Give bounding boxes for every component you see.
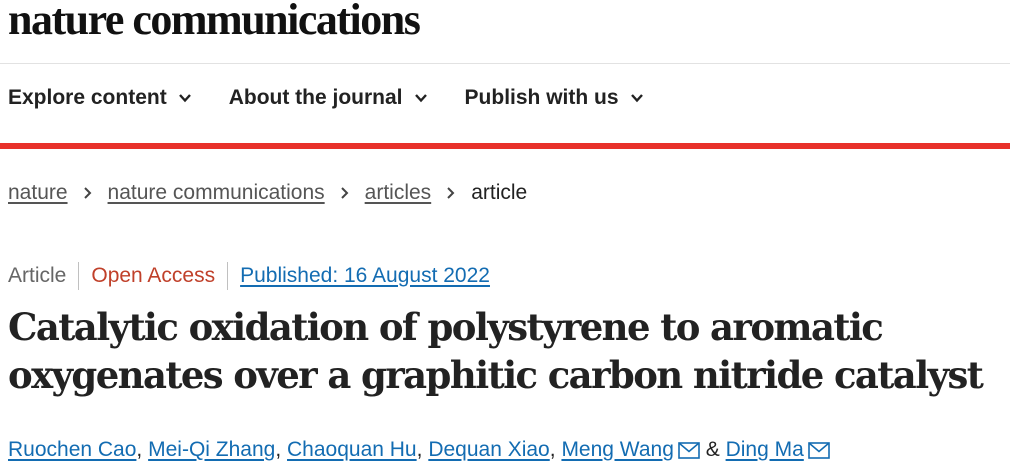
journal-logo[interactable]: nature communications <box>8 0 421 45</box>
chevron-right-icon <box>447 187 455 199</box>
chevron-down-icon <box>630 94 643 103</box>
nav-about-journal[interactable]: About the journal <box>229 86 429 110</box>
author-link[interactable]: Meng Wang <box>561 438 673 462</box>
nav-explore-content[interactable]: Explore content <box>8 86 193 110</box>
breadcrumb: nature nature communications articles ar… <box>8 181 527 205</box>
chevron-right-icon <box>340 187 349 199</box>
breadcrumb-articles[interactable]: articles <box>365 181 432 205</box>
author-separator: , <box>136 438 143 461</box>
author-link[interactable]: Ding Ma <box>726 438 804 462</box>
meta-divider <box>227 262 229 290</box>
author-separator: , <box>416 438 423 461</box>
article-title: Catalytic oxidation of polystyrene to ar… <box>8 303 1008 399</box>
breadcrumb-nature[interactable]: nature <box>8 181 68 205</box>
main-nav: Explore content About the journal Publis… <box>8 86 645 110</box>
published-date-link[interactable]: Published: 16 August 2022 <box>240 264 490 288</box>
article-meta: Article Open Access Published: 16 August… <box>8 262 490 290</box>
article-title-line-2: oxygenates over a graphitic carbon nitri… <box>8 353 984 397</box>
author-separator: , <box>275 438 282 461</box>
nav-explore-content-label: Explore content <box>8 86 167 109</box>
author-and: & <box>705 438 720 461</box>
breadcrumb-nature-communications[interactable]: nature communications <box>108 181 325 205</box>
author-link[interactable]: Dequan Xiao <box>428 438 549 462</box>
breadcrumb-current: article <box>471 181 528 204</box>
nav-publish-with-us-label: Publish with us <box>464 86 619 109</box>
article-title-line-1: Catalytic oxidation of polystyrene to ar… <box>8 305 884 349</box>
email-icon[interactable] <box>807 441 830 459</box>
email-icon[interactable] <box>678 441 700 459</box>
open-access-badge: Open Access <box>91 264 216 287</box>
author-link[interactable]: Ruochen Cao <box>8 438 136 462</box>
accent-bar <box>0 143 1010 149</box>
author-separator: , <box>549 438 556 461</box>
chevron-down-icon <box>178 94 191 103</box>
article-type: Article <box>8 264 67 287</box>
author-list: Ruochen Cao, Mei-Qi Zhang, Chaoquan Hu, … <box>8 438 830 462</box>
author-link[interactable]: Mei-Qi Zhang <box>148 438 275 462</box>
author-link[interactable]: Chaoquan Hu <box>287 438 417 462</box>
header-divider <box>0 63 1010 64</box>
nav-about-journal-label: About the journal <box>228 86 403 109</box>
chevron-down-icon <box>414 94 427 103</box>
nav-publish-with-us[interactable]: Publish with us <box>465 86 645 110</box>
chevron-right-icon <box>83 187 91 199</box>
meta-divider <box>78 262 80 290</box>
